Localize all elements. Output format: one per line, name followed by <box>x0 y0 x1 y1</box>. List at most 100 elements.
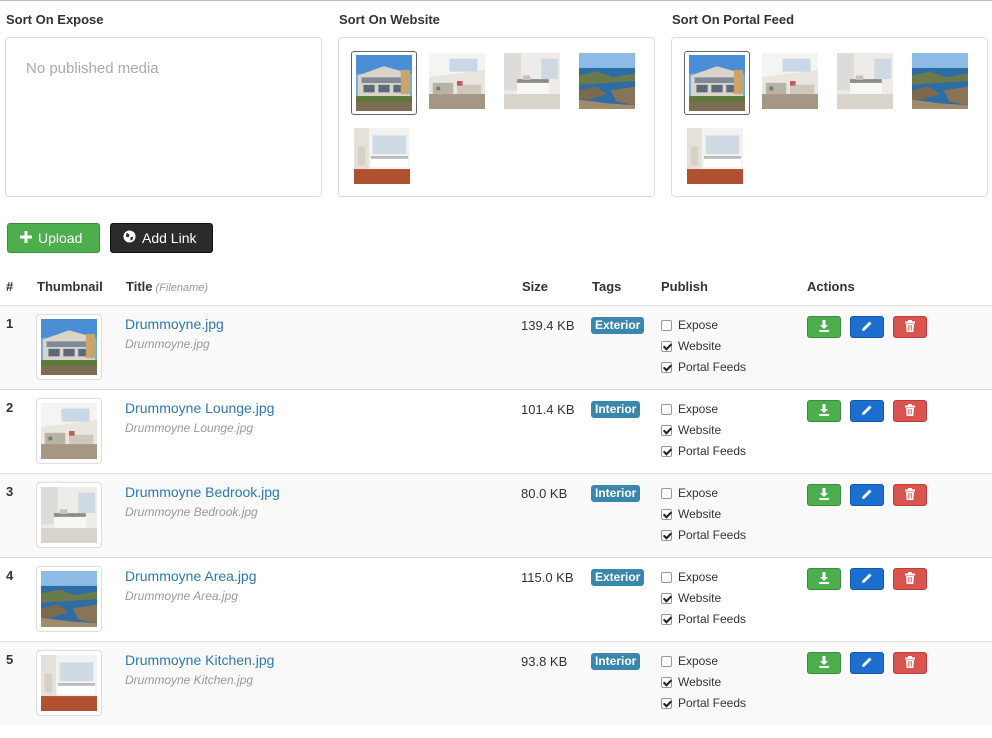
row-thumbnail[interactable] <box>36 314 102 380</box>
website-sort-thumb-4[interactable] <box>578 53 636 109</box>
delete-button[interactable] <box>893 484 927 506</box>
media-filename: Drummoyne Bedrook.jpg <box>125 505 258 519</box>
website-checkbox[interactable] <box>661 508 672 520</box>
tag-badge[interactable]: Interior <box>591 653 641 670</box>
tag-badge[interactable]: Exterior <box>591 317 645 334</box>
download-icon <box>818 487 830 503</box>
portal-checkbox[interactable] <box>661 445 672 457</box>
download-button[interactable] <box>807 568 841 590</box>
download-button[interactable] <box>807 316 841 338</box>
portal-sort-title: Sort On Portal Feed <box>672 12 795 27</box>
expose-checkbox[interactable] <box>661 655 672 667</box>
expose-label: Expose <box>678 654 719 668</box>
table-row: 4 Drummoyne Area.jpg Drummoyne Area.jpg … <box>0 557 992 641</box>
publish-website[interactable]: Website <box>661 507 721 521</box>
row-number: 5 <box>6 652 14 667</box>
publish-portal[interactable]: Portal Feeds <box>661 360 746 374</box>
publish-expose[interactable]: Expose <box>661 570 718 584</box>
portal-sort-thumb-3[interactable] <box>836 53 894 109</box>
media-title-link[interactable]: Drummoyne Area.jpg <box>125 568 257 584</box>
portal-checkbox[interactable] <box>661 613 672 625</box>
website-sort-thumb-5[interactable] <box>353 128 411 184</box>
publish-website[interactable]: Website <box>661 675 721 689</box>
upload-button[interactable]: Upload <box>7 223 100 253</box>
website-sort-thumb-2[interactable] <box>428 53 486 109</box>
edit-button[interactable] <box>850 568 884 590</box>
tag-badge[interactable]: Interior <box>591 401 641 418</box>
portal-sort-thumb-1[interactable] <box>684 51 750 115</box>
tag-badge[interactable]: Interior <box>591 485 641 502</box>
delete-button[interactable] <box>893 652 927 674</box>
media-title-link[interactable]: Drummoyne Kitchen.jpg <box>125 652 274 668</box>
edit-button[interactable] <box>850 316 884 338</box>
expose-checkbox[interactable] <box>661 319 672 331</box>
delete-button[interactable] <box>893 316 927 338</box>
delete-button[interactable] <box>893 400 927 422</box>
globe-icon <box>123 230 136 246</box>
portal-sort-thumb-5[interactable] <box>686 128 744 184</box>
website-sort-thumb-3[interactable] <box>503 53 561 109</box>
website-sort-thumb-1[interactable] <box>351 51 417 115</box>
header-thumbnail: Thumbnail <box>37 279 103 294</box>
publish-expose[interactable]: Expose <box>661 318 718 332</box>
expose-checkbox[interactable] <box>661 487 672 499</box>
header-size: Size <box>522 279 549 294</box>
tag-badge[interactable]: Exterior <box>591 569 645 586</box>
website-label: Website <box>678 591 722 605</box>
publish-expose[interactable]: Expose <box>661 486 718 500</box>
portal-sort-panel[interactable] <box>671 37 988 197</box>
expose-checkbox[interactable] <box>661 403 672 415</box>
row-thumbnail[interactable] <box>36 650 102 716</box>
publish-website[interactable]: Website <box>661 591 721 605</box>
website-checkbox[interactable] <box>661 592 672 604</box>
header-actions: Actions <box>807 279 855 294</box>
media-filename: Drummoyne Lounge.jpg <box>125 421 254 435</box>
portal-checkbox[interactable] <box>661 529 672 541</box>
publish-portal[interactable]: Portal Feeds <box>661 444 746 458</box>
media-title-link[interactable]: Drummoyne.jpg <box>125 316 224 332</box>
download-icon <box>818 571 830 587</box>
portal-checkbox[interactable] <box>661 361 672 373</box>
delete-button[interactable] <box>893 568 927 590</box>
expose-label: Expose <box>678 570 719 584</box>
pencil-icon <box>861 572 873 587</box>
add-link-button[interactable]: Add Link <box>110 223 213 253</box>
website-checkbox[interactable] <box>661 424 672 436</box>
download-button[interactable] <box>807 652 841 674</box>
portal-sort-thumb-4[interactable] <box>911 53 969 109</box>
publish-expose[interactable]: Expose <box>661 654 718 668</box>
edit-button[interactable] <box>850 400 884 422</box>
publish-portal[interactable]: Portal Feeds <box>661 528 746 542</box>
media-title-link[interactable]: Drummoyne Bedrook.jpg <box>125 484 280 500</box>
publish-website[interactable]: Website <box>661 339 721 353</box>
table-row: 2 Drummoyne Lounge.jpg Drummoyne Lounge.… <box>0 389 992 473</box>
edit-button[interactable] <box>850 484 884 506</box>
pencil-icon <box>861 656 873 671</box>
website-label: Website <box>678 423 722 437</box>
media-title-link[interactable]: Drummoyne Lounge.jpg <box>125 400 274 416</box>
download-icon <box>818 319 830 335</box>
row-thumbnail[interactable] <box>36 566 102 632</box>
publish-portal[interactable]: Portal Feeds <box>661 696 746 710</box>
download-icon <box>818 403 830 419</box>
edit-button[interactable] <box>850 652 884 674</box>
row-number: 3 <box>6 484 14 499</box>
portal-sort-thumb-2[interactable] <box>761 53 819 109</box>
download-button[interactable] <box>807 400 841 422</box>
row-thumbnail[interactable] <box>36 398 102 464</box>
row-thumbnail[interactable] <box>36 482 102 548</box>
website-checkbox[interactable] <box>661 676 672 688</box>
media-size: 101.4 KB <box>521 402 575 417</box>
publish-expose[interactable]: Expose <box>661 402 718 416</box>
media-size: 93.8 KB <box>521 654 568 669</box>
publish-website[interactable]: Website <box>661 423 721 437</box>
download-button[interactable] <box>807 484 841 506</box>
publish-portal[interactable]: Portal Feeds <box>661 612 746 626</box>
expose-label: Expose <box>678 402 719 416</box>
expose-checkbox[interactable] <box>661 571 672 583</box>
website-sort-panel[interactable] <box>338 37 655 197</box>
website-checkbox[interactable] <box>661 340 672 352</box>
expose-sort-panel[interactable]: No published media <box>5 37 322 197</box>
table-row: 3 Drummoyne Bedrook.jpg Drummoyne Bedroo… <box>0 473 992 557</box>
portal-checkbox[interactable] <box>661 697 672 709</box>
